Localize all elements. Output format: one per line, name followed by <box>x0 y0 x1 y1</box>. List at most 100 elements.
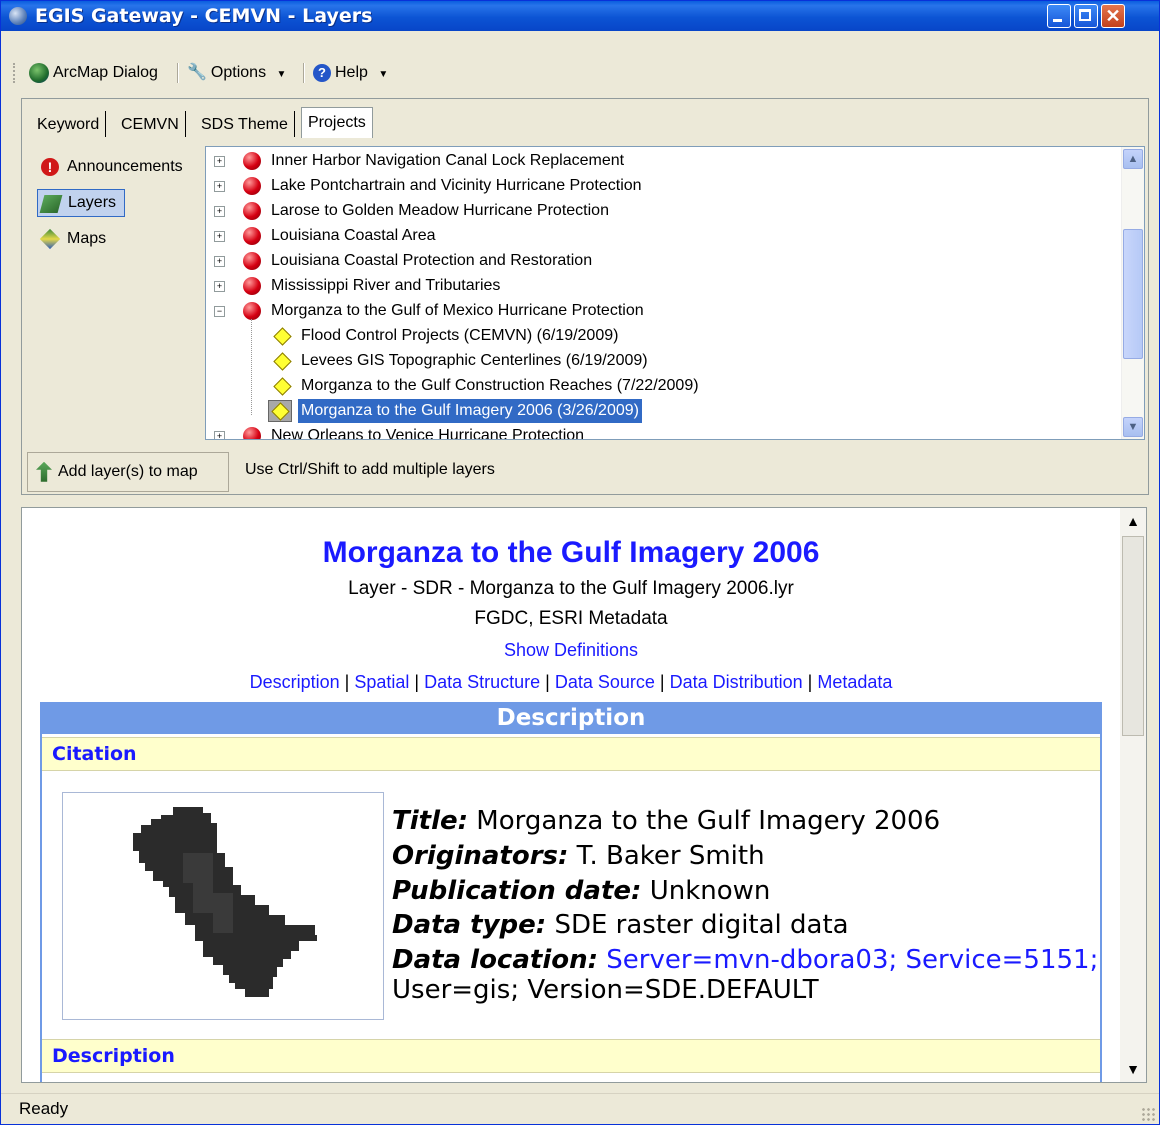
tab-keyword[interactable]: Keyword <box>31 111 107 137</box>
expand-icon[interactable]: + <box>214 431 225 439</box>
multi-select-hint: Use Ctrl/Shift to add multiple layers <box>245 461 495 478</box>
link-data-source[interactable]: Data Source <box>555 672 655 692</box>
tree-item-project[interactable]: + Louisiana Coastal Protection and Resto… <box>206 249 1116 273</box>
tree-item-layer-selected[interactable]: Morganza to the Gulf Imagery 2006 (3/26/… <box>206 399 1116 423</box>
show-definitions-link[interactable]: Show Definitions <box>22 640 1120 661</box>
help-menu-button[interactable]: ? Help ▼ <box>313 61 388 85</box>
citation-header[interactable]: Citation <box>42 737 1100 771</box>
project-dot-icon <box>243 227 261 245</box>
layer-title-heading: Morganza to the Gulf Imagery 2006 <box>322 536 820 569</box>
scroll-thumb[interactable] <box>1122 536 1144 736</box>
toolbar-separator <box>177 63 179 83</box>
nav-announcements[interactable]: ! Announcements <box>37 153 183 181</box>
help-icon: ? <box>313 63 331 82</box>
tree-item-label: Louisiana Coastal Area <box>271 227 436 244</box>
main-window: EGIS Gateway - CEMVN - Layers ✕ ArcMap D… <box>0 0 1160 1125</box>
toolbar-grip[interactable] <box>13 63 18 83</box>
data-location-value[interactable]: Server=mvn-dbora03; Service=5151; <box>606 945 1098 975</box>
publication-date-field: Publication date: Unknown <box>392 876 770 906</box>
data-location-value-continued[interactable]: User=gis; Version=SDE.DEFAULT <box>392 975 819 1005</box>
project-dot-icon <box>243 177 261 195</box>
scroll-up-button[interactable]: ▲ <box>1123 149 1143 169</box>
maximize-button[interactable] <box>1074 4 1098 28</box>
arcmap-dialog-label: ArcMap Dialog <box>53 64 158 81</box>
tree-item-project[interactable]: + Lake Pontchartrain and Vicinity Hurric… <box>206 174 1116 198</box>
metadata-view: Morganza to the Gulf Imagery 2006 Layer … <box>21 507 1147 1083</box>
expand-icon[interactable]: + <box>214 256 225 267</box>
layer-thumbnail <box>62 792 384 1020</box>
nav-layers-label: Layers <box>68 194 117 211</box>
project-dot-icon <box>243 152 261 170</box>
publication-date-value: Unknown <box>649 876 771 906</box>
tree-item-project[interactable]: + Inner Harbor Navigation Canal Lock Rep… <box>206 149 1116 173</box>
tree-scrollbar[interactable]: ▲ ▼ <box>1121 147 1144 439</box>
link-separator: | <box>654 672 670 692</box>
tree-item-project[interactable]: + New Orleans to Venice Hurricane Protec… <box>206 424 1116 440</box>
link-data-distribution[interactable]: Data Distribution <box>670 672 803 692</box>
maps-icon <box>39 228 61 250</box>
expand-icon[interactable]: + <box>214 206 225 217</box>
options-label: Options <box>210 64 267 82</box>
scroll-thumb[interactable] <box>1123 229 1143 359</box>
resize-grip-icon[interactable] <box>1141 1107 1155 1121</box>
tree-item-project[interactable]: + Larose to Golden Meadow Hurricane Prot… <box>206 199 1116 223</box>
arcmap-dialog-button[interactable]: ArcMap Dialog <box>29 61 158 85</box>
link-spatial[interactable]: Spatial <box>354 672 409 692</box>
tab-projects[interactable]: Projects <box>301 107 373 138</box>
close-button[interactable]: ✕ <box>1101 4 1125 28</box>
dropdown-arrow-icon: ▼ <box>276 69 287 81</box>
tree-item-label: Louisiana Coastal Protection and Restora… <box>271 252 593 269</box>
toolbar: ArcMap Dialog 🔧 Options ▼ ? Help ▼ <box>11 59 1151 87</box>
nav-maps[interactable]: Maps <box>37 225 106 253</box>
tree-item-label: Larose to Golden Meadow Hurricane Protec… <box>271 202 609 219</box>
options-menu-button[interactable]: 🔧 Options ▼ <box>187 61 286 85</box>
title-bar[interactable]: EGIS Gateway - CEMVN - Layers ✕ <box>1 1 1159 31</box>
tree-item-label: Lake Pontchartrain and Vicinity Hurrican… <box>271 177 642 194</box>
imagery-thumbnail-image <box>133 807 317 997</box>
nav-maps-label: Maps <box>67 230 107 247</box>
minimize-button[interactable] <box>1047 4 1071 28</box>
scroll-down-button[interactable]: ▼ <box>1120 1056 1146 1082</box>
scroll-up-button[interactable]: ▲ <box>1120 508 1146 534</box>
link-description[interactable]: Description <box>250 672 340 692</box>
status-bar: Ready <box>1 1093 1159 1124</box>
link-separator: | <box>802 672 818 692</box>
expand-icon[interactable]: + <box>214 281 225 292</box>
tree-item-label: Levees GIS Topographic Centerlines (6/19… <box>301 352 648 369</box>
tab-sds-theme[interactable]: SDS Theme <box>195 111 295 137</box>
description-subheader[interactable]: Description <box>42 1039 1100 1073</box>
originators-field-label: Originators: <box>392 841 569 871</box>
expand-icon[interactable]: + <box>214 181 225 192</box>
add-layer-button[interactable]: Add layer(s) to map <box>27 452 229 492</box>
title-field-value: Morganza to the Gulf Imagery 2006 <box>476 806 941 836</box>
tree-item-label: Morganza to the Gulf of Mexico Hurricane… <box>271 302 644 319</box>
expand-icon[interactable]: + <box>214 156 225 167</box>
content-scrollbar[interactable]: ▲ ▼ <box>1120 508 1146 1082</box>
tree-item-project[interactable]: + Louisiana Coastal Area <box>206 224 1116 248</box>
globe-app-icon <box>9 7 27 25</box>
tree-item-layer[interactable]: Morganza to the Gulf Construction Reache… <box>206 374 1116 398</box>
tree-item-layer[interactable]: Flood Control Projects (CEMVN) (6/19/200… <box>206 324 1116 348</box>
globe-search-icon <box>29 62 49 83</box>
scroll-down-button[interactable]: ▼ <box>1123 417 1143 437</box>
expand-icon[interactable]: + <box>214 231 225 242</box>
tab-cemvn[interactable]: CEMVN <box>115 111 186 137</box>
project-tree[interactable]: + Inner Harbor Navigation Canal Lock Rep… <box>205 146 1145 440</box>
data-location-label: Data location: <box>392 945 598 975</box>
title-field-label: Title: <box>392 806 469 836</box>
link-metadata[interactable]: Metadata <box>817 672 892 692</box>
nav-layers[interactable]: Layers <box>37 189 126 217</box>
tree-item-project[interactable]: + Mississippi River and Tributaries <box>206 274 1116 298</box>
data-type-label: Data type: <box>392 910 547 940</box>
project-dot-icon <box>243 277 261 295</box>
tree-item-project-expanded[interactable]: − Morganza to the Gulf of Mexico Hurrica… <box>206 299 1116 323</box>
tree-item-layer[interactable]: Levees GIS Topographic Centerlines (6/19… <box>206 349 1116 373</box>
tree-item-label: Inner Harbor Navigation Canal Lock Repla… <box>271 152 625 169</box>
tree-item-label: New Orleans to Venice Hurricane Protecti… <box>271 427 585 440</box>
link-data-structure[interactable]: Data Structure <box>424 672 540 692</box>
tab-projects-label: Projects <box>308 114 366 131</box>
data-type-field: Data type: SDE raster digital data <box>392 910 849 940</box>
project-dot-icon <box>243 302 261 320</box>
layer-diamond-icon <box>273 327 292 346</box>
collapse-icon[interactable]: − <box>214 306 225 317</box>
